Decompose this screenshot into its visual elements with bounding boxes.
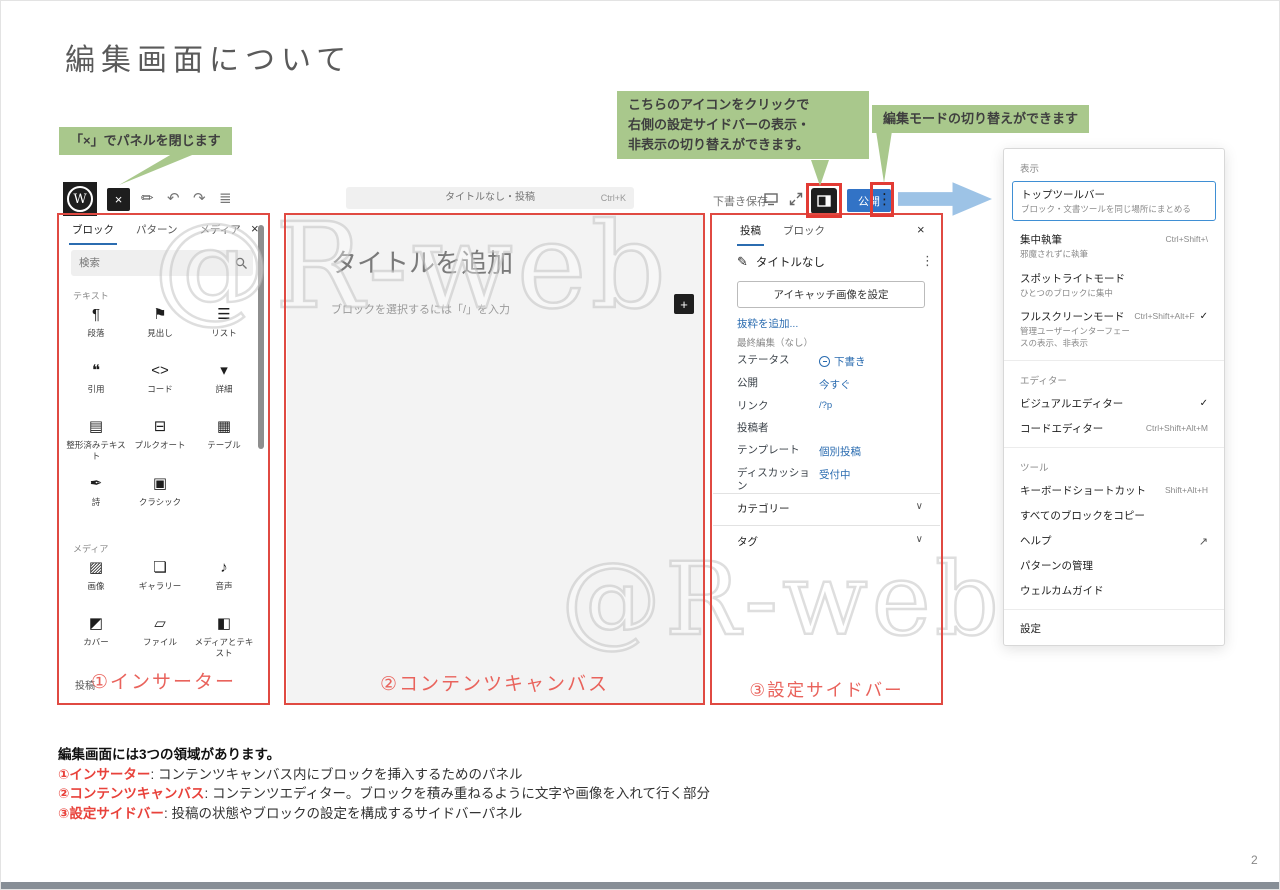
menu-item-copy-all-blocks[interactable]: すべてのブロックをコピー <box>1004 503 1224 528</box>
page-number: 2 <box>1251 853 1258 867</box>
shortcut: Ctrl+Shift+Alt+F <box>1134 311 1194 322</box>
command-bar[interactable]: タイトルなし・投稿 Ctrl+K <box>346 187 634 209</box>
check-icon: ✓ <box>1200 398 1208 409</box>
save-draft-button[interactable]: 下書き保存 <box>713 193 768 209</box>
menu-item-keyboard-shortcuts[interactable]: キーボードショートカット Shift+Alt+H <box>1004 478 1224 503</box>
canvas-region-label: ②コンテンツキャンバス <box>284 669 705 696</box>
options-dropdown: 表示 トップツールバー ブロック・文書ツールを同じ場所にまとめる 集中執筆 邪魔… <box>1003 148 1225 646</box>
menu-item-manage-patterns[interactable]: パターンの管理 <box>1004 553 1224 578</box>
menu-item-help[interactable]: ヘルプ ↗ <box>1004 528 1224 553</box>
menu-item-code-editor[interactable]: コードエディター Ctrl+Shift+Alt+M <box>1004 416 1224 441</box>
menu-item-welcome-guide[interactable]: ウェルカムガイド <box>1004 578 1224 603</box>
divider <box>1004 360 1224 361</box>
edit-tool-icon[interactable]: ✏ <box>141 189 154 207</box>
menu-item-distraction-free[interactable]: 集中執筆 邪魔されずに執筆 Ctrl+Shift+\ <box>1004 227 1224 265</box>
menu-item-fullscreen[interactable]: フルスクリーンモード 管理ユーザーインターフェースの表示、非表示 Ctrl+Sh… <box>1004 304 1224 354</box>
dropdown-section-header: 表示 <box>1004 155 1224 179</box>
divider <box>1004 447 1224 448</box>
menu-item-top-toolbar[interactable]: トップツールバー ブロック・文書ツールを同じ場所にまとめる <box>1012 181 1216 221</box>
shortcut: Ctrl+Shift+Alt+M <box>1146 423 1208 433</box>
callout-pointer <box>811 160 829 186</box>
shortcut: Shift+Alt+H <box>1165 485 1208 495</box>
preview-monitor-icon[interactable] <box>763 191 779 207</box>
dropdown-section-header: ツール <box>1004 454 1224 478</box>
redo-icon[interactable]: ↷ <box>193 189 206 207</box>
check-icon: ✓ <box>1200 311 1208 322</box>
settings-toggle-highlight <box>806 183 842 218</box>
menu-item-visual-editor[interactable]: ビジュアルエディター ✓ <box>1004 391 1224 416</box>
fit-screen-icon[interactable] <box>788 191 804 207</box>
close-inserter-button[interactable]: × <box>107 188 130 211</box>
command-bar-shortcut: Ctrl+K <box>601 193 626 203</box>
shortcut: Ctrl+Shift+\ <box>1165 234 1208 244</box>
inserter-region-label: ①インサーター <box>57 667 270 694</box>
menu-item-spotlight[interactable]: スポットライトモード ひとつのブロックに集中 <box>1004 266 1224 304</box>
undo-icon[interactable]: ↶ <box>167 189 180 207</box>
command-bar-title: タイトルなし・投稿 <box>346 187 634 209</box>
kebab-highlight <box>870 182 894 217</box>
callout-pointer <box>876 131 892 183</box>
callout-close-panel: 「×」でパネルを閉じます <box>59 127 232 155</box>
sidebar-region-label: ③設定サイドバー <box>710 677 943 702</box>
menu-item-preferences[interactable]: 設定 <box>1004 616 1224 641</box>
bottom-strip <box>1 882 1279 889</box>
page-title: 編集画面について <box>65 35 352 79</box>
divider <box>1004 609 1224 610</box>
callout-pointer <box>119 153 197 185</box>
external-link-icon: ↗ <box>1199 535 1208 548</box>
inserter-region-outline <box>57 213 270 705</box>
document-overview-icon[interactable]: ≣ <box>219 189 232 207</box>
dropdown-section-header: エディター <box>1004 367 1224 391</box>
note-line: ②コンテンツキャンバス: コンテンツエディター。ブロックを積み重ねるように文字や… <box>58 784 710 804</box>
notes-block: 編集画面には3つの領域があります。 ①インサーター: コンテンツキャンバス内にブ… <box>58 745 710 823</box>
wordpress-logo-icon[interactable]: W <box>63 182 97 216</box>
note-line: ①インサーター: コンテンツキャンバス内にブロックを挿入するためのパネル <box>58 765 710 785</box>
slide: 編集画面について @R-web @R-web 「×」でパネルを閉じます こちらの… <box>0 0 1280 890</box>
callout-settings-toggle: こちらのアイコンをクリックで 右側の設定サイドバーの表示・ 非表示の切り替えがで… <box>617 91 869 159</box>
notes-heading: 編集画面には3つの領域があります。 <box>58 745 710 765</box>
note-line: ③設定サイドバー: 投稿の状態やブロックの設定を構成するサイドバーパネル <box>58 804 710 824</box>
canvas-region-outline <box>284 213 705 705</box>
callout-edit-mode: 編集モードの切り替えができます <box>872 105 1089 133</box>
sidebar-region-outline <box>710 213 943 705</box>
